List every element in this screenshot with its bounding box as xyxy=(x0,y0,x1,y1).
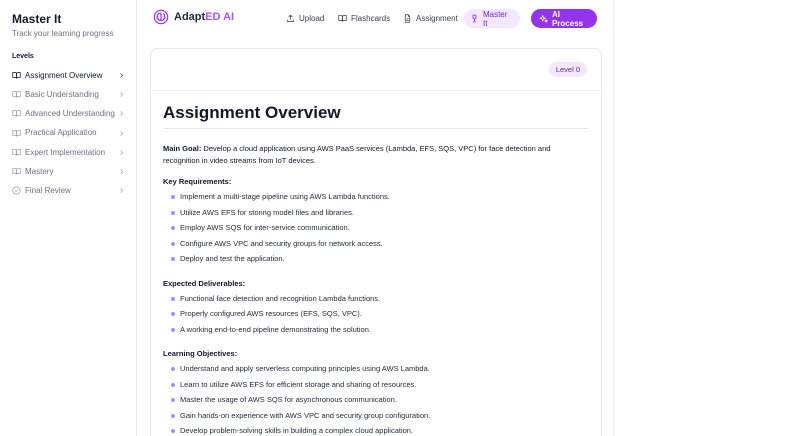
top-nav: AdaptED AI Upload Flashcards Assignment … xyxy=(137,0,613,38)
sidebar-item-assignment-overview[interactable]: Assignment Overview xyxy=(12,66,125,85)
sidebar-item-advanced-understanding[interactable]: Advanced Understanding xyxy=(12,104,125,123)
sidebar-item-basic-understanding[interactable]: Basic Understanding xyxy=(12,85,125,104)
learning-objectives-list: Understand and apply serverless computin… xyxy=(163,363,589,436)
nav-master-it[interactable]: Master It xyxy=(464,9,520,28)
expected-deliverables-list: Functional face detection and recognitio… xyxy=(163,293,589,340)
nav-upload[interactable]: Upload xyxy=(280,9,330,28)
trophy-icon xyxy=(472,14,477,23)
sidebar-item-label: Basic Understanding xyxy=(25,90,99,100)
nav-assignment-label: Assignment xyxy=(416,14,458,23)
list-item: Functional face detection and recognitio… xyxy=(163,293,589,309)
upload-icon xyxy=(287,14,294,22)
list-item: Develop problem-solving skills in buildi… xyxy=(163,425,589,436)
nav-master-it-label: Master It xyxy=(482,9,508,28)
list-item: Employ AWS SQS for inter-service communi… xyxy=(163,222,589,238)
sparkles-icon xyxy=(539,14,548,23)
app-logo[interactable]: AdaptED AI xyxy=(153,9,234,25)
nav-assignment[interactable]: Assignment xyxy=(397,9,464,28)
ai-process-label: AI Process xyxy=(551,9,584,28)
chevron-right-icon xyxy=(118,149,125,156)
right-panel xyxy=(613,0,806,436)
sidebar-item-label: Assignment Overview xyxy=(25,70,103,80)
list-item: Properly configured AWS resources (EFS, … xyxy=(163,308,589,324)
card-header: Level 0 xyxy=(151,49,601,91)
main-goal: Main Goal: Develop a cloud application u… xyxy=(163,143,568,167)
list-item: Utilize AWS EFS for storing model files … xyxy=(163,207,589,223)
brain-logo-icon xyxy=(153,9,169,25)
sidebar-item-final-review[interactable]: Final Review xyxy=(12,181,125,200)
book-open-icon xyxy=(338,15,347,22)
book-icon xyxy=(12,71,21,80)
sidebar-item-label: Expert Implementation xyxy=(25,147,106,157)
key-requirements-list: Implement a multi-stage pipeline using A… xyxy=(163,191,589,269)
chevron-right-icon xyxy=(118,110,125,117)
sidebar-item-label: Practical Application xyxy=(25,128,97,138)
assignment-content: Assignment Overview Main Goal: Develop a… xyxy=(151,91,601,436)
check-circle-icon xyxy=(12,186,21,195)
list-item: Deploy and test the application. xyxy=(163,253,589,269)
sidebar: Master It Track your learning progress L… xyxy=(0,0,137,436)
list-item: A working end-to-end pipeline demonstrat… xyxy=(163,324,589,340)
sidebar-item-label: Mastery xyxy=(25,166,54,176)
chevron-right-icon xyxy=(118,91,125,98)
expected-deliverables-heading: Expected Deliverables: xyxy=(163,278,246,288)
list-item: Implement a multi-stage pipeline using A… xyxy=(163,191,589,207)
sidebar-subtitle: Track your learning progress xyxy=(12,29,114,38)
nav-upload-label: Upload xyxy=(299,14,325,23)
levels-list: Assignment Overview Basic Understanding … xyxy=(12,66,125,200)
learning-objectives-heading: Learning Objectives: xyxy=(163,349,238,358)
list-item: Learn to utilize AWS EFS for efficient s… xyxy=(163,379,589,395)
nav-flashcards-label: Flashcards xyxy=(351,14,391,23)
book-icon xyxy=(12,129,21,138)
page-title: Assignment Overview xyxy=(163,103,341,122)
sidebar-item-label: Final Review xyxy=(25,185,71,195)
app-name: AdaptED AI xyxy=(174,11,235,23)
levels-section-label: Levels xyxy=(12,53,34,60)
list-item: Configure AWS VPC and security groups fo… xyxy=(163,238,589,254)
list-item: Master the usage of AWS SQS for asynchro… xyxy=(163,394,589,410)
assignment-card: Level 0 Assignment Overview Main Goal: D… xyxy=(150,48,602,436)
chevron-right-icon xyxy=(118,72,125,79)
sidebar-title: Master It xyxy=(12,12,62,26)
sidebar-item-practical-application[interactable]: Practical Application xyxy=(12,124,125,143)
sidebar-item-expert-implementation[interactable]: Expert Implementation xyxy=(12,143,125,162)
main-goal-text: Develop a cloud application using AWS Pa… xyxy=(163,144,551,165)
book-icon xyxy=(12,167,21,176)
chevron-right-icon xyxy=(118,130,125,137)
list-item: Gain hands-on experience with AWS VPC an… xyxy=(163,410,589,426)
book-icon xyxy=(12,90,21,99)
file-icon xyxy=(404,14,411,23)
level-badge: Level 0 xyxy=(548,62,587,77)
chevron-right-icon xyxy=(118,187,125,194)
sidebar-item-mastery[interactable]: Mastery xyxy=(12,162,125,181)
ai-process-button[interactable]: AI Process xyxy=(531,9,597,28)
key-requirements-heading: Key Requirements: xyxy=(163,177,232,186)
title-divider xyxy=(163,128,589,129)
list-item: Understand and apply serverless computin… xyxy=(163,363,589,379)
book-icon xyxy=(12,109,21,118)
nav-flashcards[interactable]: Flashcards xyxy=(332,9,396,28)
main-goal-label: Main Goal: xyxy=(163,144,202,153)
book-icon xyxy=(12,148,21,157)
sidebar-item-label: Advanced Understanding xyxy=(25,109,115,119)
chevron-right-icon xyxy=(118,168,125,175)
